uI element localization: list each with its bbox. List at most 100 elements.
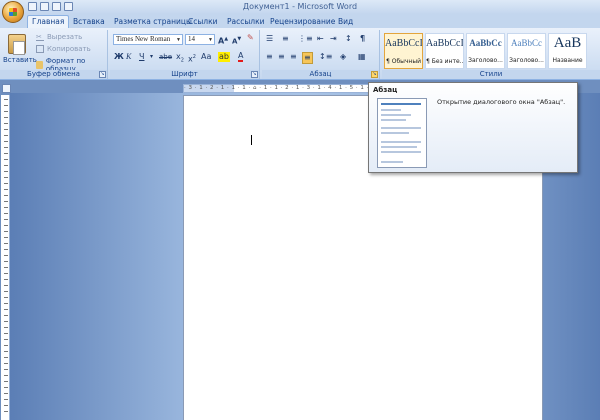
paragraph-group-label: Абзац: [262, 70, 379, 79]
copy-button[interactable]: Копировать: [36, 45, 91, 53]
ribbon-tabs: Главная Вставка Разметка страницы Ссылки…: [0, 14, 600, 28]
tab-view[interactable]: Вид: [338, 16, 353, 28]
style-title[interactable]: AaB Название: [548, 33, 587, 69]
ruler-tick: [4, 411, 8, 412]
bold-icon[interactable]: Ж: [114, 52, 124, 62]
ruler-tick: [4, 261, 8, 262]
style-heading-2[interactable]: AaBbCc Заголово...: [507, 33, 546, 69]
paste-icon[interactable]: [8, 34, 26, 55]
show-marks-icon[interactable]: ¶: [360, 34, 365, 44]
ruler-tick: [4, 297, 8, 298]
text-cursor: [251, 135, 252, 145]
tab-insert[interactable]: Вставка: [73, 16, 105, 28]
font-color-icon[interactable]: A: [238, 52, 244, 62]
chevron-down-icon: ▼: [176, 38, 181, 43]
ruler-tick: [4, 369, 8, 370]
multilevel-list-icon[interactable]: ⋮≡: [298, 34, 313, 44]
ruler-tick: [4, 213, 8, 214]
ruler-tick: [4, 285, 8, 286]
dropdown-arrow-icon[interactable]: ▾: [150, 52, 153, 62]
ruler-tick: [4, 207, 8, 208]
tab-mailings[interactable]: Рассылки: [227, 16, 265, 28]
cut-button[interactable]: ✂ Вырезать: [36, 33, 82, 41]
italic-icon[interactable]: К: [126, 52, 131, 62]
ruler-tick: [4, 165, 8, 166]
borders-icon[interactable]: ▦: [358, 52, 366, 62]
ruler-tick: [4, 291, 8, 292]
increase-indent-icon[interactable]: ⇥: [330, 34, 337, 44]
ruler-tick: [4, 129, 8, 130]
ruler-tick: [4, 195, 8, 196]
shrink-font-icon[interactable]: A▼: [232, 34, 241, 46]
align-center-icon[interactable]: ≡: [278, 52, 285, 62]
shading-icon[interactable]: ◈: [340, 52, 346, 62]
superscript-icon[interactable]: x2: [188, 52, 196, 65]
style-no-spacing[interactable]: AaBbCcI ¶ Без инте...: [425, 33, 464, 69]
ruler-tick: [4, 351, 8, 352]
tab-selector-button[interactable]: [2, 84, 11, 93]
font-size-value: 14: [188, 35, 195, 43]
tab-home[interactable]: Главная: [27, 15, 70, 28]
ruler-tick: [4, 219, 8, 220]
style-sample: AaBbCc: [469, 38, 502, 48]
font-dialog-launcher[interactable]: ↘: [251, 71, 258, 78]
font-family-combo[interactable]: Times New Roman ▼: [113, 34, 183, 45]
ruler-tick: [4, 279, 8, 280]
underline-icon[interactable]: Ч: [139, 52, 144, 62]
font-size-combo[interactable]: 14 ▼: [185, 34, 215, 45]
ruler-tick: [4, 381, 8, 382]
paragraph-dialog-launcher[interactable]: ↘: [371, 71, 378, 78]
highlight-icon[interactable]: ab: [218, 52, 230, 62]
style-name: Заголово...: [468, 57, 503, 64]
tab-page-layout[interactable]: Разметка страницы: [114, 16, 192, 28]
style-normal[interactable]: AaBbCcI ¶ Обычный: [384, 33, 423, 69]
paste-button[interactable]: Вставить: [3, 56, 37, 64]
tab-references[interactable]: Ссылки: [188, 16, 217, 28]
change-case-icon[interactable]: Aa: [201, 52, 211, 62]
office-button[interactable]: [2, 1, 24, 23]
copy-label: Копировать: [47, 45, 91, 53]
tooltip-title: Абзац: [373, 86, 398, 94]
ruler-tick: [4, 243, 8, 244]
style-name: Название: [552, 57, 583, 64]
ruler-tick: [4, 309, 8, 310]
style-sample: AaB: [553, 35, 582, 51]
bullets-icon[interactable]: ☰: [266, 34, 273, 44]
align-right-icon[interactable]: ≡: [290, 52, 297, 62]
ruler-tick: [4, 111, 8, 112]
decrease-indent-icon[interactable]: ⇤: [317, 34, 324, 44]
tab-review[interactable]: Рецензирование: [270, 16, 335, 28]
ruler-tick: [4, 153, 8, 154]
style-name: ¶ Обычный: [386, 58, 421, 65]
align-left-icon[interactable]: ≡: [266, 52, 273, 62]
style-heading-1[interactable]: AaBbCc Заголово...: [466, 33, 505, 69]
justify-icon[interactable]: ≡: [302, 52, 313, 64]
chevron-down-icon: ▼: [208, 38, 213, 43]
clear-formatting-icon[interactable]: ✎: [247, 33, 254, 43]
numbering-icon[interactable]: ≡: [282, 34, 289, 44]
ruler-tick: [4, 141, 8, 142]
scissors-icon: ✂: [36, 33, 44, 41]
style-name: Заголово...: [509, 57, 544, 64]
styles-group-label: Стили: [382, 70, 600, 79]
ruler-tick: [4, 321, 8, 322]
ruler-tick: [4, 135, 8, 136]
ruler-tick: [4, 273, 8, 274]
ruler-tick: [4, 189, 8, 190]
vertical-ruler[interactable]: [1, 95, 10, 420]
strikethrough-icon[interactable]: abe: [159, 52, 172, 62]
ruler-tick: [4, 303, 8, 304]
subscript-icon[interactable]: x2: [176, 52, 184, 66]
ruler-tick: [4, 405, 8, 406]
grow-font-icon[interactable]: A▲: [218, 34, 228, 47]
line-spacing-icon[interactable]: ↕≡: [319, 52, 332, 62]
ruler-tick: [4, 333, 8, 334]
brush-icon: [36, 61, 43, 69]
ruler-tick: [4, 231, 8, 232]
ruler-tick: [4, 201, 8, 202]
cut-label: Вырезать: [47, 33, 83, 41]
ruler-tick: [4, 159, 8, 160]
styles-group: AaBbCcI ¶ Обычный AaBbCcI ¶ Без инте... …: [382, 30, 600, 79]
clipboard-dialog-launcher[interactable]: ↘: [99, 71, 106, 78]
sort-icon[interactable]: ↕: [345, 34, 352, 44]
